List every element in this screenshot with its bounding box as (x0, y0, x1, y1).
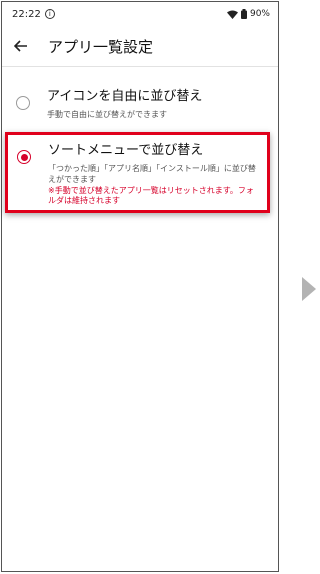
option-sort-menu-warning: ※手動で並び替えたアプリ一覧はリセットされます。フォルダは維持されます (48, 186, 254, 205)
battery-percent: 90% (249, 9, 270, 19)
radio-sort-menu[interactable] (17, 150, 31, 164)
option-sort-menu[interactable]: ソートメニューで並び替え 「つかった順」「アプリ名順」「インストール順」に並び替… (8, 142, 267, 206)
highlighted-option-frame: ソートメニューで並び替え 「つかった順」「アプリ名順」「インストール順」に並び替… (5, 132, 270, 213)
phone-screen: 22:22 i 90% アプリ一覧設定 アイコンを自由に並び替え 手動で自由に並… (1, 1, 279, 572)
page-title: アプリ一覧設定 (48, 37, 154, 56)
option-free-arrange-title: アイコンを自由に並び替え (47, 89, 203, 104)
app-bar-divider (2, 66, 278, 67)
option-free-arrange[interactable]: アイコンを自由に並び替え 手動で自由に並び替えができます (2, 88, 278, 120)
wifi-icon (226, 10, 238, 19)
app-bar: アプリ一覧設定 (2, 26, 278, 66)
radio-selected-dot (20, 153, 28, 161)
info-icon: i (44, 9, 55, 19)
battery-icon (240, 9, 247, 19)
status-time: 22:22 (12, 8, 41, 20)
option-sort-menu-title: ソートメニューで並び替え (48, 143, 204, 158)
radio-free-arrange[interactable] (16, 96, 30, 110)
option-sort-menu-description: 「つかった順」「アプリ名順」「インストール順」に並び替えができます (48, 164, 256, 184)
status-bar: 22:22 i 90% (2, 2, 278, 26)
next-step-arrow-icon (302, 277, 316, 301)
back-arrow-icon[interactable] (12, 37, 30, 55)
option-free-arrange-description: 手動で自由に並び替えができます (47, 110, 167, 119)
